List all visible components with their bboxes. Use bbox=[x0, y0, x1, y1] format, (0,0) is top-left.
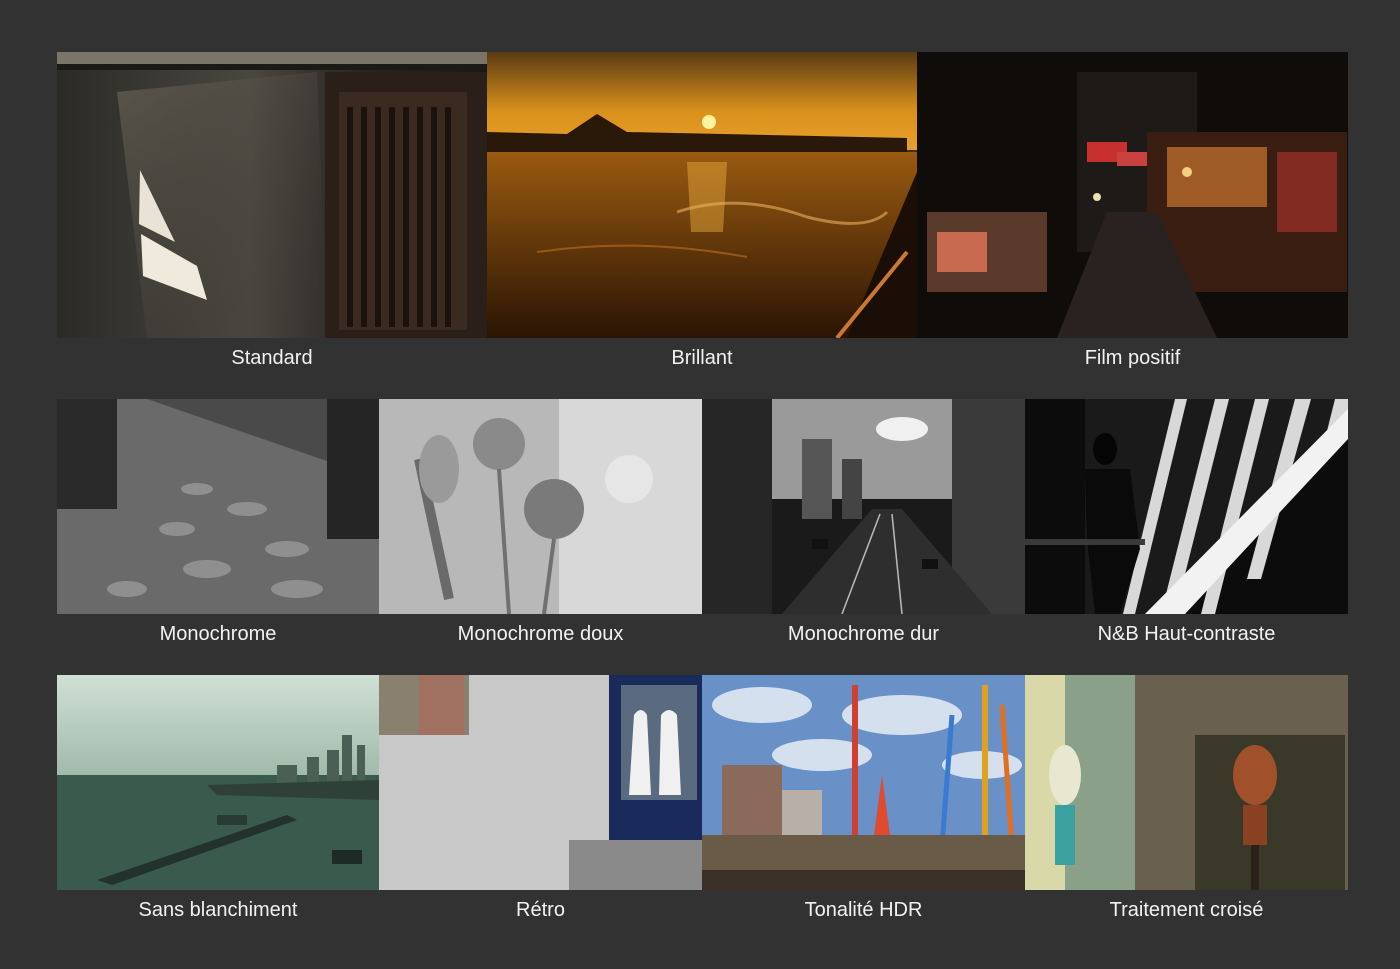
retro-sample-photo bbox=[379, 675, 702, 890]
filter-label: Standard bbox=[231, 347, 313, 369]
monochrome-dur-sample-photo bbox=[702, 399, 1025, 614]
tonalite-hdr-sample-photo bbox=[702, 675, 1025, 890]
filter-label: N&B Haut-contraste bbox=[1097, 623, 1276, 645]
film-positif-sample-photo bbox=[917, 52, 1348, 338]
filter-label: Film positif bbox=[1084, 347, 1181, 369]
nb-haut-contraste-sample-photo bbox=[1025, 399, 1348, 614]
monochrome-doux-sample-photo bbox=[379, 399, 702, 614]
monochrome-sample-photo bbox=[57, 399, 379, 614]
filter-label: Sans blanchiment bbox=[138, 899, 298, 921]
traitement-croise-sample-photo bbox=[1025, 675, 1348, 890]
filter-label: Monochrome dur bbox=[787, 623, 940, 645]
filter-label: Monochrome doux bbox=[457, 623, 624, 645]
sans-blanchiment-sample-photo bbox=[57, 675, 379, 890]
standard-sample-photo bbox=[57, 52, 487, 338]
brillant-sample-photo bbox=[487, 52, 917, 338]
filter-label: Traitement croisé bbox=[1109, 899, 1264, 921]
filter-label: Rétro bbox=[516, 899, 565, 921]
filter-label: Brillant bbox=[671, 347, 733, 369]
filter-label: Tonalité HDR bbox=[804, 899, 923, 921]
filter-label: Monochrome bbox=[159, 623, 277, 645]
